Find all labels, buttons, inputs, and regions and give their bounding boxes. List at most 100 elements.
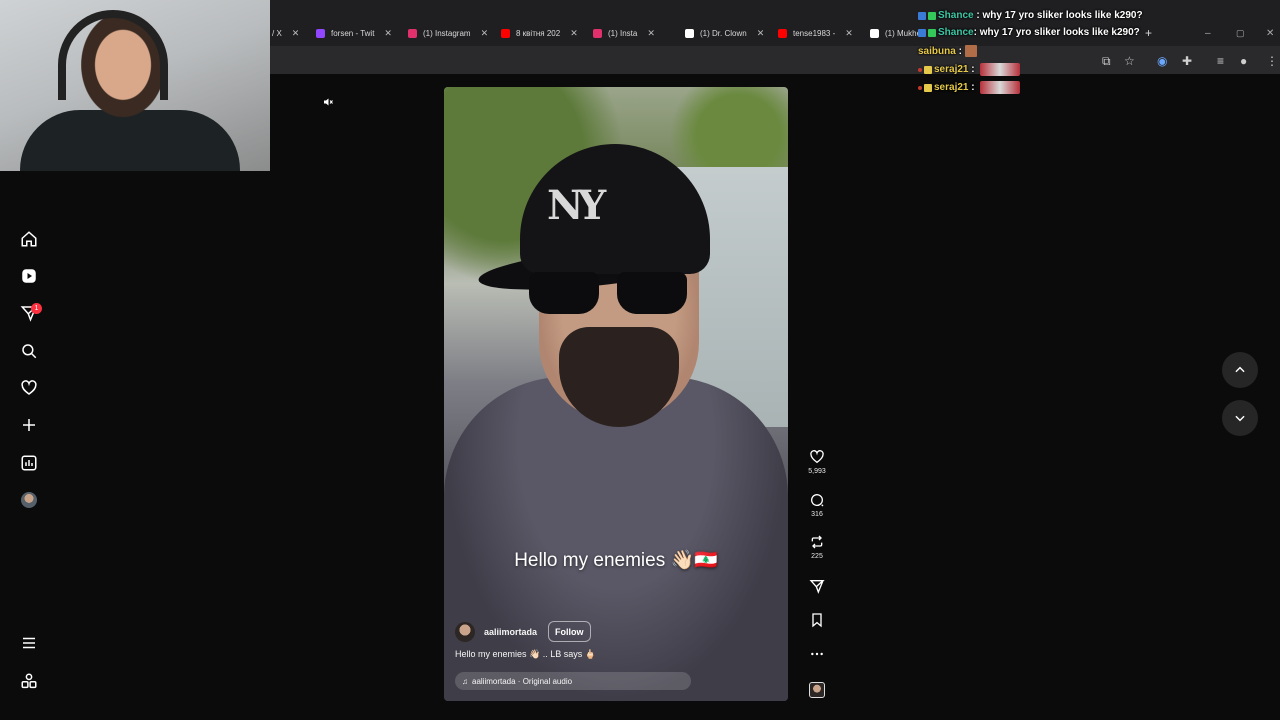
tab-label: (1) Insta: [608, 28, 638, 38]
bookmark-star-icon[interactable]: ☆: [1124, 54, 1135, 68]
profile-icon[interactable]: ●: [1240, 54, 1247, 68]
mute-icon[interactable]: [322, 96, 334, 108]
new-tab-button[interactable]: +: [1145, 24, 1152, 42]
more-icon: [811, 652, 823, 656]
browser-tab[interactable]: (1) Dr. Clown ✕: [685, 24, 764, 42]
chevron-down-icon: [1235, 415, 1245, 422]
send-icon: [809, 580, 825, 594]
close-tab-icon[interactable]: ✕: [384, 28, 392, 39]
audio-icon[interactable]: ◉: [1157, 54, 1167, 68]
browser-tab[interactable]: (1) Insta ✕: [593, 24, 655, 42]
dashboard-icon[interactable]: [18, 452, 40, 474]
minimize-icon[interactable]: –: [1205, 24, 1211, 42]
chat-badge-icon: [918, 67, 922, 72]
reading-list-icon[interactable]: ≡: [1217, 54, 1224, 68]
reel-video[interactable]: NY: [444, 87, 788, 701]
cap-logo: NY: [547, 182, 606, 229]
browser-tab[interactable]: (1) Instagram ✕: [408, 24, 488, 42]
chat-text: why 17 yro sliker looks like k290?: [982, 10, 1143, 21]
chat-message: saibuna :: [918, 45, 979, 57]
chat-username: seraj21: [934, 64, 969, 75]
chat-badge-icon: [918, 85, 922, 90]
close-tab-icon[interactable]: ✕: [570, 28, 578, 39]
chat-message: seraj21 :: [918, 63, 1021, 76]
chat-username: Shance: [938, 27, 974, 38]
browser-tab[interactable]: (1) Mukhe: [870, 24, 921, 42]
maximize-icon[interactable]: ▢: [1236, 24, 1245, 42]
youtube-icon: [778, 28, 787, 38]
search-icon[interactable]: [18, 340, 40, 362]
repost-button[interactable]: 225: [805, 534, 829, 560]
chat-badge-icon: [918, 28, 926, 37]
browser-tab[interactable]: tense1983 - ✕: [778, 24, 853, 42]
crown-icon: [924, 83, 932, 92]
browser-tab[interactable]: forsen - Twit ✕: [316, 24, 392, 42]
browser-tab[interactable]: 8 квітня 202 ✕: [501, 24, 578, 42]
chat-badge-icon: [918, 11, 926, 20]
chat-username: saibuna: [918, 45, 956, 57]
follow-button[interactable]: Follow: [548, 621, 591, 642]
extensions-icon[interactable]: ✚: [1182, 54, 1192, 68]
music-note-icon: ♫: [462, 676, 468, 686]
twitch-icon: [316, 28, 325, 38]
close-tab-icon[interactable]: ✕: [481, 28, 489, 39]
close-tab-icon[interactable]: ✕: [292, 28, 300, 39]
instagram-icon: [408, 28, 417, 38]
chat-message: seraj21 :: [918, 81, 1021, 94]
tab-label: / X: [272, 28, 282, 38]
repost-count: 225: [811, 553, 823, 560]
tab-label: forsen - Twit: [331, 28, 375, 38]
close-tab-icon[interactable]: ✕: [757, 28, 765, 39]
browser-tab[interactable]: / X ✕: [272, 24, 299, 42]
chat-username: seraj21: [934, 82, 969, 93]
repost-icon: [811, 535, 823, 549]
close-tab-icon[interactable]: ✕: [647, 28, 655, 39]
more-options-button[interactable]: [805, 646, 829, 662]
like-button[interactable]: 5,993: [805, 449, 829, 475]
author-name[interactable]: aaliimortada: [484, 627, 537, 637]
chat-text: why 17 yro sliker looks like k290?: [979, 27, 1140, 38]
browser-menu-icon[interactable]: ⋮: [1266, 54, 1278, 68]
comment-button[interactable]: 316: [805, 492, 829, 518]
chat-username: Shance: [938, 10, 974, 21]
emote-icon: [964, 45, 977, 57]
previous-reel-button[interactable]: [1222, 352, 1258, 388]
close-tab-icon[interactable]: ✕: [845, 28, 853, 39]
chevron-up-icon: [1235, 366, 1245, 373]
audio-label: aaliimortada · Original audio: [472, 676, 573, 686]
next-reel-button[interactable]: [1222, 400, 1258, 436]
audio-thumbnail[interactable]: [809, 682, 825, 698]
instagram-icon: [593, 28, 602, 38]
apps-icon[interactable]: [18, 670, 40, 692]
avatar[interactable]: [21, 492, 37, 508]
notification-badge: 1: [31, 303, 42, 314]
emote-icon: [980, 63, 1021, 76]
youtube-icon: [501, 28, 510, 38]
menu-icon[interactable]: [18, 632, 40, 654]
sunglasses: [529, 272, 689, 317]
x-logo-icon: [870, 28, 879, 38]
like-count: 5,993: [808, 468, 826, 475]
video-overlay-text: Hello my enemies 👋🏻🇱🇧: [514, 550, 718, 571]
home-icon[interactable]: [18, 228, 40, 250]
bookmark-icon: [812, 613, 822, 628]
heart-icon: [810, 450, 824, 464]
share-button[interactable]: [805, 578, 829, 594]
crown-icon: [924, 65, 932, 74]
audio-pill[interactable]: ♫ aaliimortada · Original audio: [455, 672, 691, 690]
heart-icon[interactable]: [18, 377, 40, 399]
chat-badge-icon: [928, 11, 936, 20]
author-avatar[interactable]: [455, 622, 475, 642]
plus-icon[interactable]: [18, 414, 40, 436]
save-button[interactable]: [805, 612, 829, 628]
chat-badge-icon: [928, 28, 936, 37]
post-caption[interactable]: Hello my enemies 👋🏻 .. LB says 🖕🏻: [455, 649, 596, 660]
tab-label: (1) Mukhe: [885, 28, 922, 38]
tab-label: tense1983 -: [793, 28, 836, 38]
emote-icon: [980, 81, 1021, 94]
x-logo-icon: [685, 28, 694, 38]
close-window-icon[interactable]: ✕: [1266, 24, 1274, 42]
reels-icon[interactable]: [18, 265, 40, 287]
install-app-icon[interactable]: ⧉: [1102, 54, 1111, 69]
comment-count: 316: [811, 511, 823, 518]
